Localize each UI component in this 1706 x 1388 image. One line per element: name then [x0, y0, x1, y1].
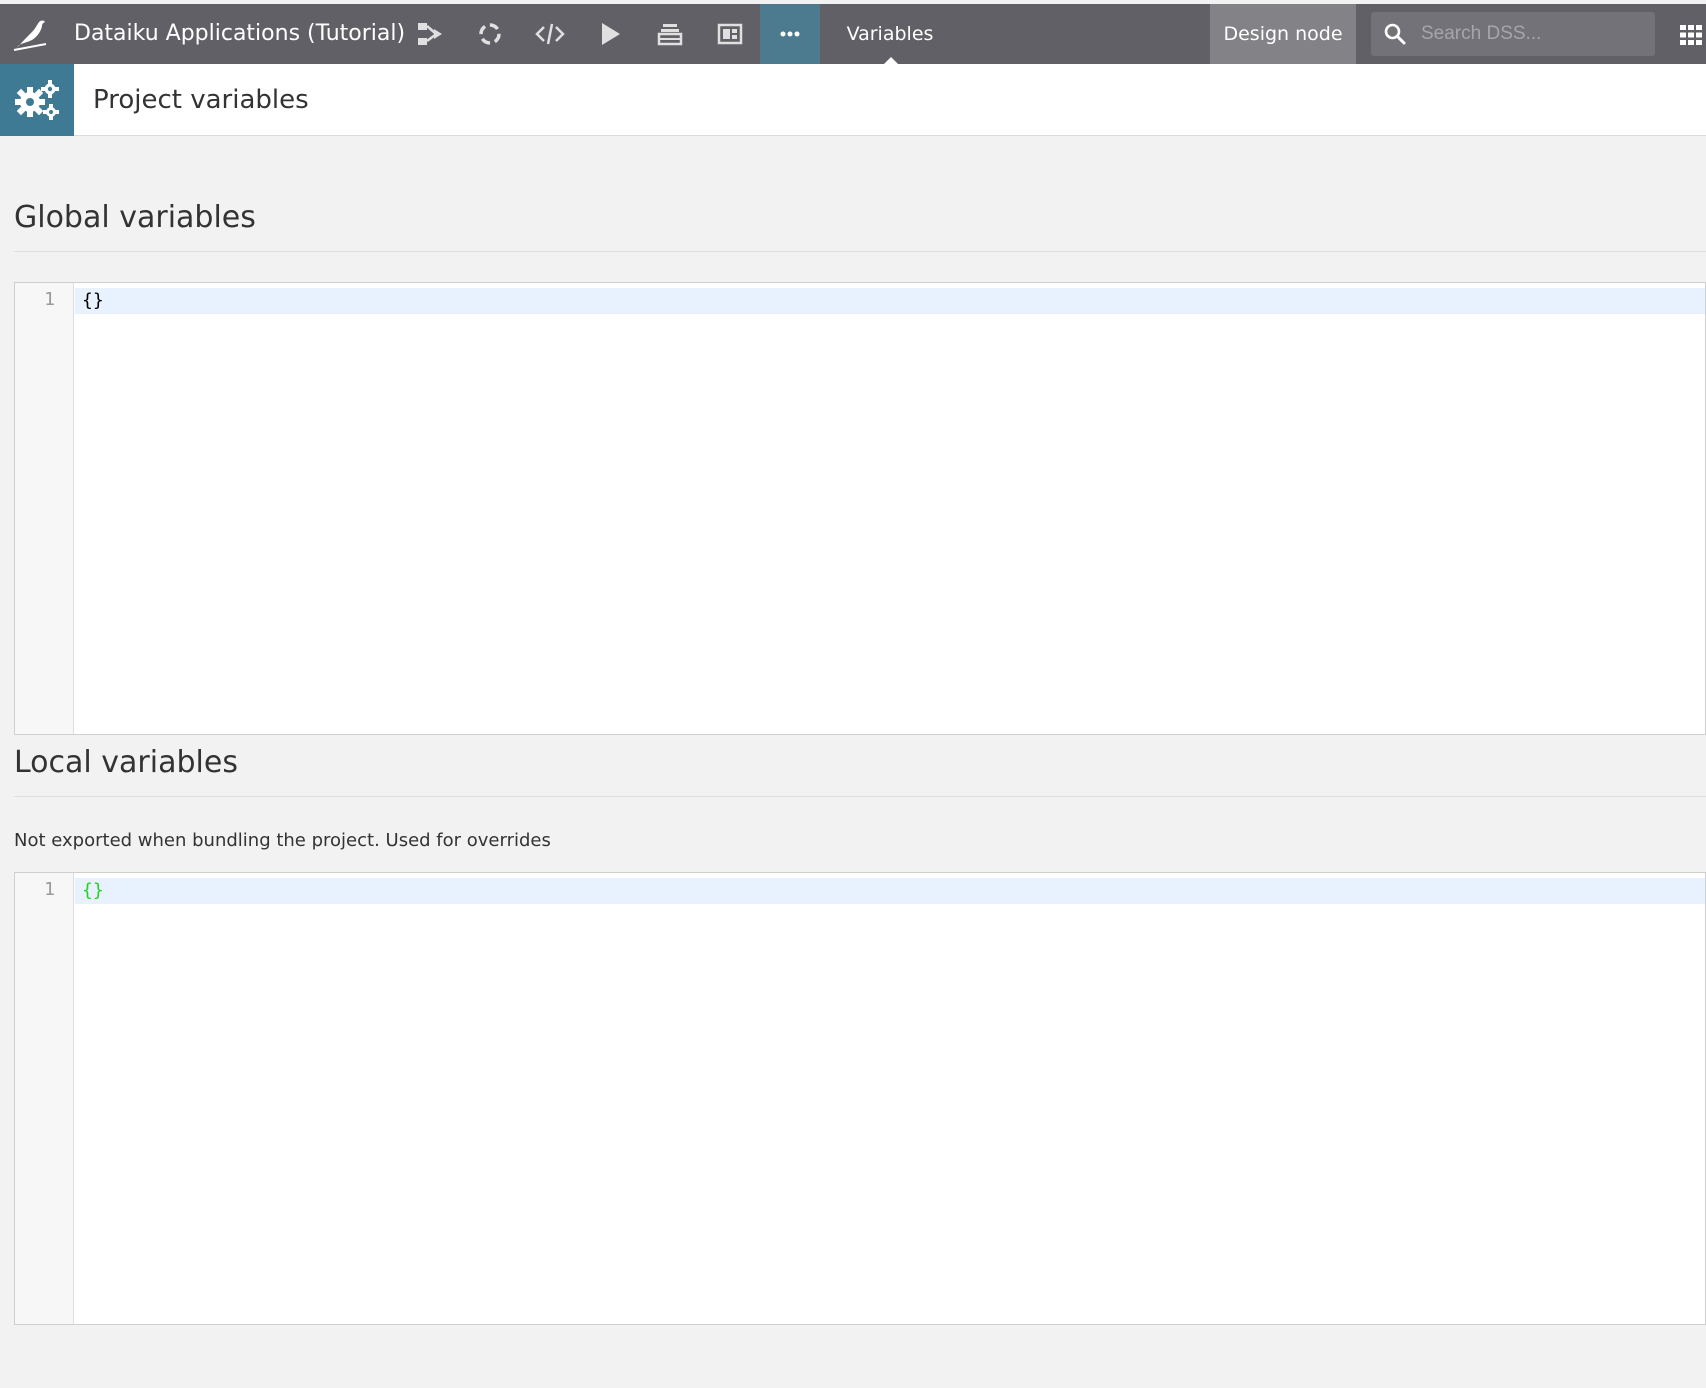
- more-menu-button[interactable]: [760, 4, 820, 64]
- line-number-gutter: 1: [15, 873, 74, 1324]
- dashboard-menu-button[interactable]: [700, 4, 760, 64]
- stack-icon: [657, 24, 683, 46]
- code-icon: [535, 23, 565, 45]
- run-icon: [602, 23, 620, 45]
- flow-icon: [418, 23, 442, 45]
- global-variables-heading: Global variables: [14, 200, 256, 235]
- code-line[interactable]: {}: [82, 288, 104, 314]
- line-number: 1: [44, 879, 55, 900]
- page-header: Project variables: [0, 64, 1706, 136]
- jobs-menu-button[interactable]: [580, 4, 640, 64]
- dashboard-icon: [717, 23, 743, 45]
- global-variables-divider: [14, 251, 1706, 252]
- top-nav-bar: Dataiku Applications (Tutorial) Variable…: [0, 4, 1706, 64]
- search-input[interactable]: [1419, 12, 1647, 56]
- active-line-highlight: [75, 288, 1705, 314]
- gears-icon: [15, 80, 59, 120]
- lab-icon: [479, 23, 501, 45]
- wiki-menu-button[interactable]: [640, 4, 700, 64]
- current-page-caret: [884, 57, 898, 64]
- flow-menu-button[interactable]: [400, 4, 460, 64]
- more-icon: [780, 31, 800, 37]
- design-node-button[interactable]: Design node: [1210, 4, 1356, 64]
- page-title: Project variables: [93, 85, 309, 115]
- code-line[interactable]: {}: [82, 878, 104, 904]
- search-icon: [1384, 23, 1406, 45]
- local-variables-divider: [14, 796, 1706, 797]
- project-name-link[interactable]: Dataiku Applications (Tutorial): [74, 4, 405, 64]
- global-variables-editor[interactable]: 1 {}: [14, 282, 1706, 735]
- search-box[interactable]: [1371, 12, 1655, 56]
- code-menu-button[interactable]: [520, 4, 580, 64]
- apps-grid-icon[interactable]: [1680, 25, 1702, 45]
- line-number-gutter: 1: [15, 283, 74, 734]
- active-line-highlight: [75, 878, 1705, 904]
- local-variables-editor[interactable]: 1 {}: [14, 872, 1706, 1325]
- local-variables-heading: Local variables: [14, 745, 238, 780]
- page-icon-tile: [0, 64, 74, 136]
- current-page-label: Variables: [846, 23, 934, 45]
- local-variables-help-text: Not exported when bundling the project. …: [14, 830, 551, 851]
- lab-menu-button[interactable]: [460, 4, 520, 64]
- line-number: 1: [44, 289, 55, 310]
- dataiku-bird-logo-icon[interactable]: [12, 16, 48, 52]
